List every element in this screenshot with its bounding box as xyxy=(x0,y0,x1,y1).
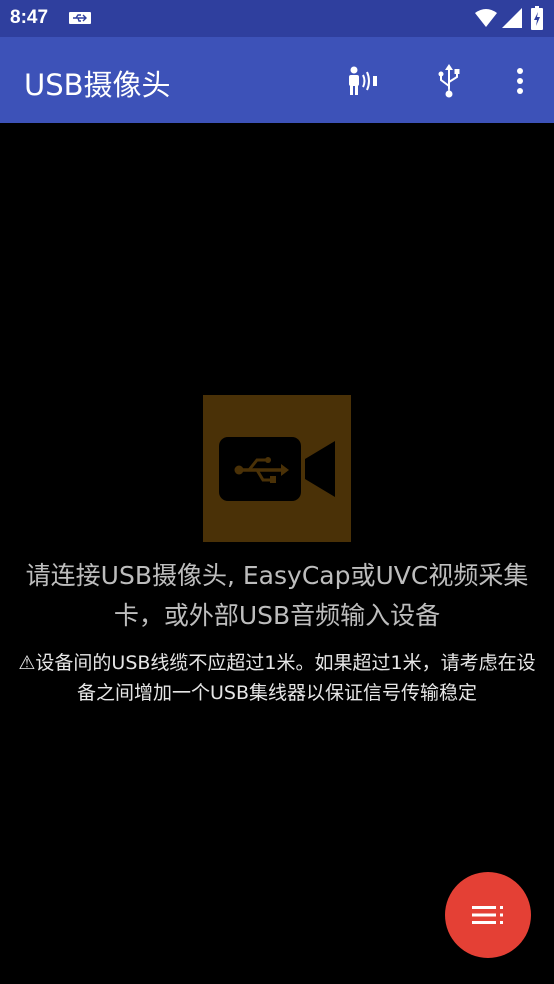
app-bar: USB摄像头 xyxy=(0,37,554,123)
menu-list-icon xyxy=(472,906,503,924)
overflow-menu-button[interactable] xyxy=(498,59,542,103)
status-bar: 8:47 xyxy=(0,0,554,37)
more-vert-icon xyxy=(517,68,523,94)
status-time: 8:47 xyxy=(10,7,49,28)
usb-cable-warning-text: ⚠设备间的USB线缆不应超过1米。如果超过1米，请考虑在设备之间增加一个USB集… xyxy=(18,652,536,704)
usb-device-button[interactable] xyxy=(427,59,471,103)
menu-fab-button[interactable] xyxy=(445,872,531,958)
usb-icon xyxy=(438,64,460,98)
usb-icon xyxy=(69,12,91,24)
cell-signal-icon xyxy=(502,8,522,28)
camera-placeholder xyxy=(203,395,351,542)
connect-device-message: 请连接USB摄像头, EasyCap或UVC视频采集卡，或外部USB音频输入设备 xyxy=(0,556,554,636)
wifi-icon xyxy=(475,9,497,27)
battery-charging-icon xyxy=(531,6,543,30)
audio-input-button[interactable] xyxy=(341,59,385,103)
connect-device-message-text: 请连接USB摄像头, EasyCap或UVC视频采集卡，或外部USB音频输入设备 xyxy=(25,561,529,630)
usb-camera-icon xyxy=(219,437,335,501)
app-title: USB摄像头 xyxy=(24,68,171,102)
usb-cable-warning: ⚠设备间的USB线缆不应超过1米。如果超过1米，请考虑在设备之间增加一个USB集… xyxy=(0,648,554,708)
audio-speaker-icon xyxy=(349,66,377,95)
